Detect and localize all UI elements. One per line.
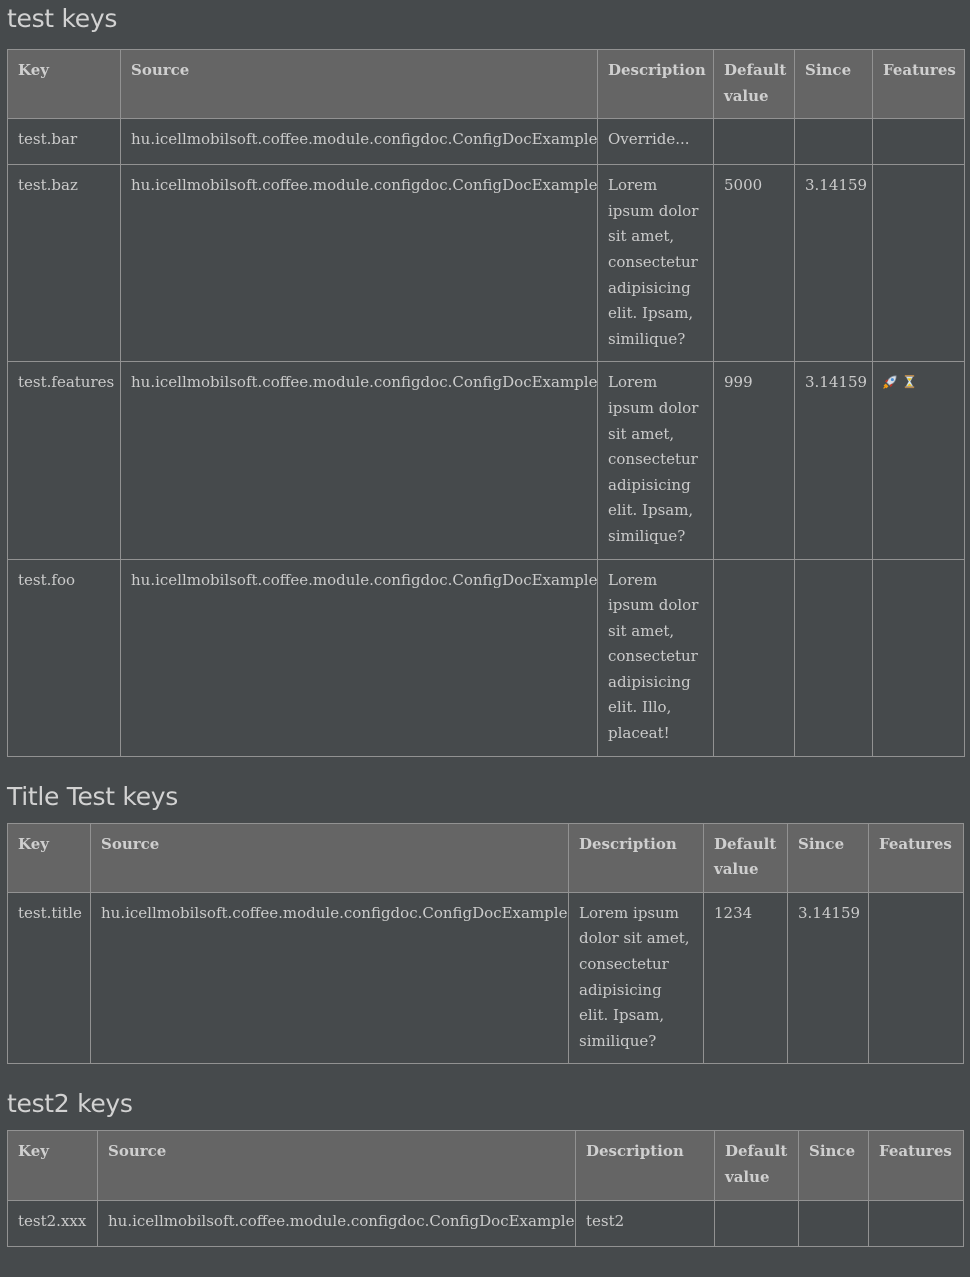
cell-source: hu.icellmobilsoft.coffee.module.configdo…	[120, 361, 598, 560]
hourglass-icon	[902, 372, 917, 389]
cell-description: test2	[575, 1199, 715, 1247]
cell-description: Override...	[597, 118, 714, 166]
config-table: Key Source Description Default value Sin…	[7, 822, 964, 1065]
col-header-default-value: Default value	[713, 48, 795, 120]
table-row: test.features hu.icellmobilsoft.coffee.m…	[7, 361, 965, 560]
cell-since	[794, 118, 873, 166]
header-row: Key Source Description Default value Sin…	[7, 48, 965, 120]
col-header-key: Key	[7, 48, 121, 120]
cell-since	[794, 558, 873, 757]
cell-source: hu.icellmobilsoft.coffee.module.configdo…	[120, 164, 598, 363]
cell-default-value: 999	[713, 361, 795, 560]
table-row: test2.xxx hu.icellmobilsoft.coffee.modul…	[7, 1199, 964, 1247]
section-title: Title Test keys	[7, 781, 178, 811]
cell-source: hu.icellmobilsoft.coffee.module.configdo…	[120, 118, 598, 166]
col-header-features: Features	[872, 48, 965, 120]
cell-description: Lorem ipsum dolor sit amet, consectetur …	[568, 891, 704, 1065]
col-header-since: Since	[787, 822, 869, 893]
col-header-description: Description	[568, 822, 704, 893]
col-header-since: Since	[798, 1130, 869, 1201]
col-header-key: Key	[7, 822, 91, 893]
cell-since: 3.14159	[794, 361, 873, 560]
cell-key: test.features	[7, 361, 121, 560]
cell-features	[868, 891, 964, 1065]
col-header-source: Source	[120, 48, 598, 120]
cell-description: Lorem ipsum dolor sit amet, consectetur …	[597, 558, 714, 757]
col-header-source: Source	[97, 1130, 576, 1201]
cell-since: 3.14159	[794, 164, 873, 363]
col-header-features: Features	[868, 822, 964, 893]
col-header-description: Description	[575, 1130, 715, 1201]
section-title: test2 keys	[7, 1089, 133, 1119]
col-header-features: Features	[868, 1130, 964, 1201]
col-header-description: Description	[597, 48, 714, 120]
section-title: test keys	[7, 4, 118, 33]
cell-features	[872, 558, 965, 757]
config-table: Key Source Description Default value Sin…	[7, 48, 965, 757]
cell-features	[868, 1199, 964, 1247]
cell-features	[872, 118, 965, 166]
config-doc: test keys Key Source Description Default…	[0, 0, 970, 1247]
cell-description: Lorem ipsum dolor sit amet, consectetur …	[597, 361, 714, 560]
header-row: Key Source Description Default value Sin…	[7, 822, 964, 893]
cell-default-value: 1234	[703, 891, 788, 1065]
cell-source: hu.icellmobilsoft.coffee.module.configdo…	[120, 558, 598, 757]
cell-source: hu.icellmobilsoft.coffee.module.configdo…	[97, 1199, 576, 1247]
col-header-default-value: Default value	[703, 822, 788, 893]
cell-default-value	[713, 558, 795, 757]
col-header-default-value: Default value	[714, 1130, 799, 1201]
cell-default-value: 5000	[713, 164, 795, 363]
table-row: test.baz hu.icellmobilsoft.coffee.module…	[7, 164, 965, 363]
cell-default-value	[713, 118, 795, 166]
config-table: Key Source Description Default value Sin…	[7, 1130, 964, 1247]
cell-features	[872, 361, 965, 560]
cell-features	[872, 164, 965, 363]
cell-key: test.title	[7, 891, 91, 1065]
header-row: Key Source Description Default value Sin…	[7, 1130, 964, 1201]
cell-description: Lorem ipsum dolor sit amet, consectetur …	[597, 164, 714, 363]
cell-key: test.foo	[7, 558, 121, 757]
table-row: test.foo hu.icellmobilsoft.coffee.module…	[7, 558, 965, 757]
col-header-since: Since	[794, 48, 873, 120]
cell-since: 3.14159	[787, 891, 869, 1065]
cell-key: test.bar	[7, 118, 121, 166]
cell-default-value	[714, 1199, 799, 1247]
cell-key: test2.xxx	[7, 1199, 98, 1247]
cell-key: test.baz	[7, 164, 121, 363]
col-header-source: Source	[90, 822, 569, 893]
table-row: test.title hu.icellmobilsoft.coffee.modu…	[7, 891, 964, 1065]
rocket-icon	[883, 372, 898, 390]
cell-source: hu.icellmobilsoft.coffee.module.configdo…	[90, 891, 569, 1065]
cell-since	[798, 1199, 869, 1247]
col-header-key: Key	[7, 1130, 98, 1201]
table-row: test.bar hu.icellmobilsoft.coffee.module…	[7, 118, 965, 166]
